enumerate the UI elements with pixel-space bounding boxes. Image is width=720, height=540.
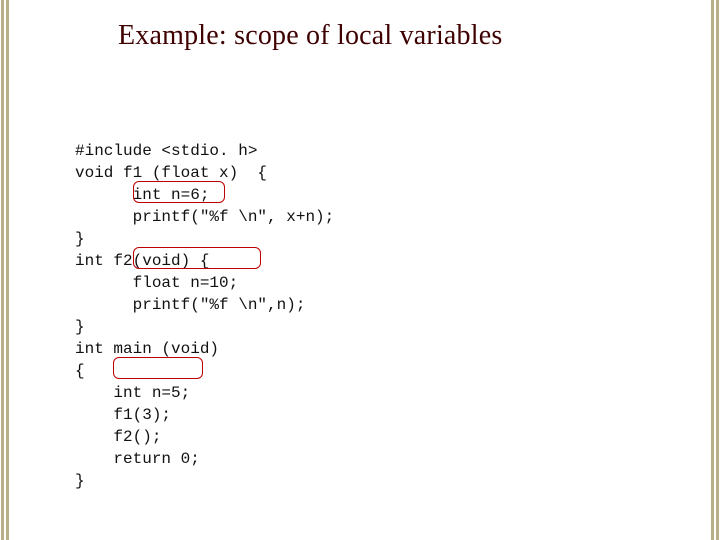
code-line: float n=10; — [75, 274, 238, 292]
decor-line-right-2 — [711, 0, 714, 540]
code-line: int main (void) — [75, 340, 219, 358]
slide-title: Example: scope of local variables — [118, 20, 502, 52]
highlight-box — [133, 247, 261, 269]
code-line: f2(); — [75, 428, 161, 446]
decor-line-left-1 — [1, 0, 4, 540]
highlight-box — [113, 357, 203, 379]
code-line: #include <stdio. h> — [75, 142, 257, 160]
decor-line-right-1 — [716, 0, 719, 540]
code-line: printf("%f \n",n); — [75, 296, 305, 314]
code-line: int n=5; — [75, 384, 190, 402]
code-line: void f1 (float x) { — [75, 164, 267, 182]
code-line: printf("%f \n", x+n); — [75, 208, 334, 226]
code-line: f1(3); — [75, 406, 171, 424]
code-line: } — [75, 230, 85, 248]
highlight-box — [133, 181, 225, 203]
decor-line-left-2 — [6, 0, 9, 540]
code-line: { — [75, 362, 85, 380]
code-line: } — [75, 318, 85, 336]
slide: Example: scope of local variables #inclu… — [0, 0, 720, 540]
code-line: } — [75, 472, 85, 490]
code-line: return 0; — [75, 450, 200, 468]
